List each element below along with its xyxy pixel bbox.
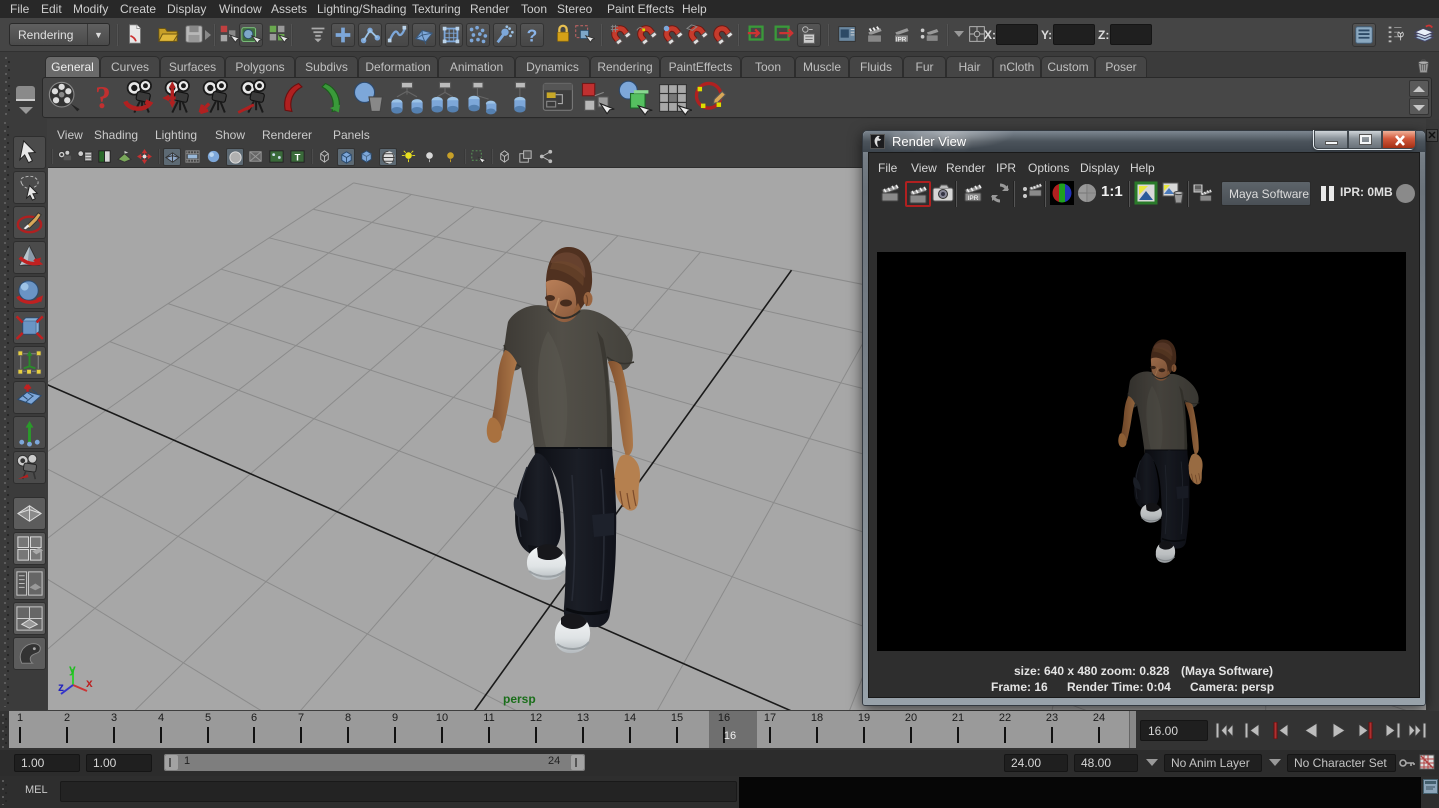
svg-text:?: ?	[95, 80, 111, 115]
svg-text:z: z	[58, 680, 64, 694]
svg-text:?: ?	[527, 25, 538, 45]
svg-text:y: y	[69, 662, 76, 676]
svg-text:persp: persp	[503, 692, 536, 706]
svg-text:x: x	[86, 676, 93, 690]
svg-text:IPR: IPR	[896, 36, 907, 43]
svg-text:IPR: IPR	[968, 195, 979, 202]
svg-text:T: T	[295, 152, 301, 163]
